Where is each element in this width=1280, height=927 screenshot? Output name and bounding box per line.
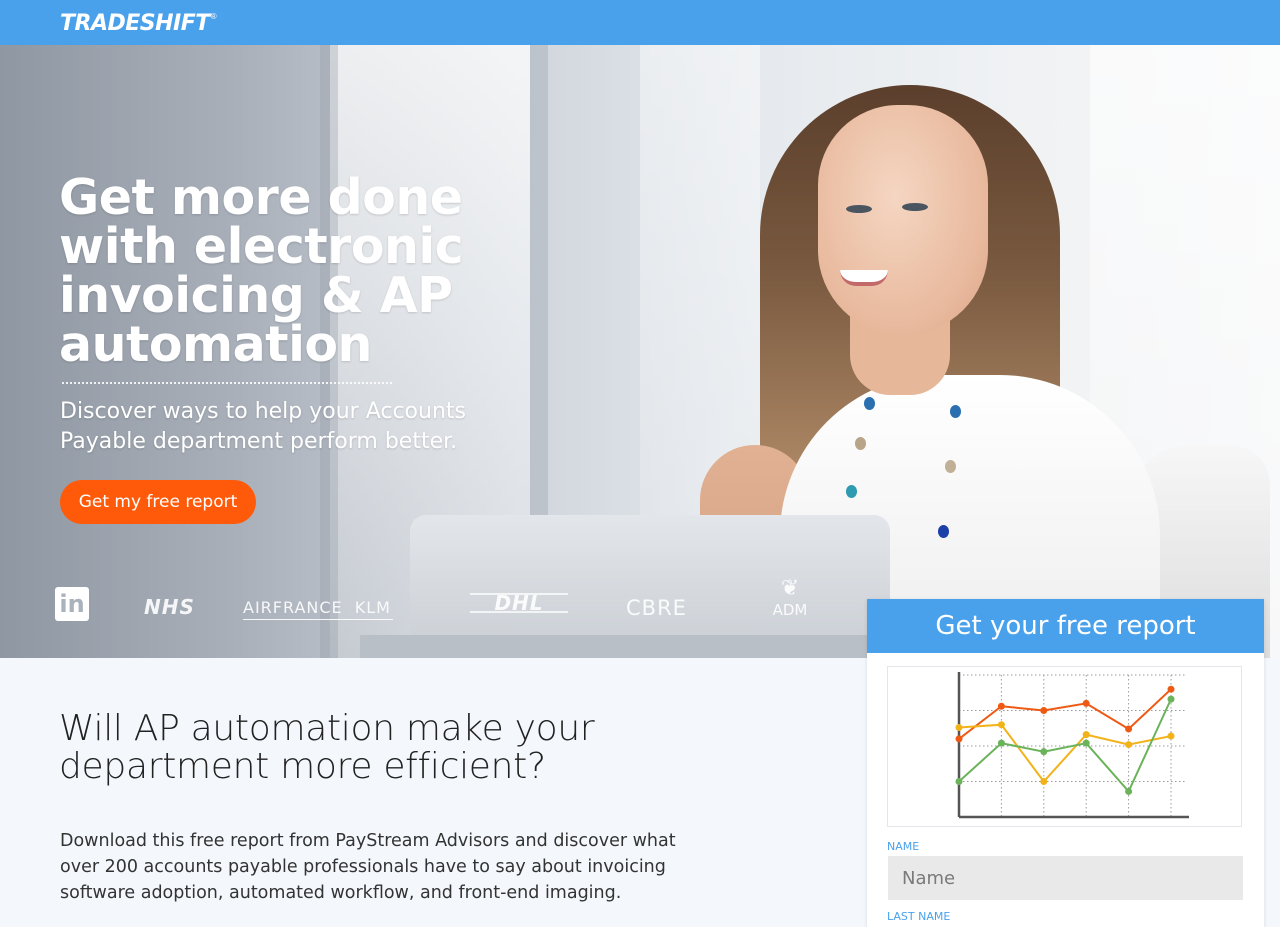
series-2-point bbox=[955, 724, 963, 732]
necklace-bead bbox=[846, 485, 857, 498]
name-label: NAME bbox=[887, 840, 920, 853]
face bbox=[818, 105, 988, 335]
series-3-point bbox=[955, 778, 963, 785]
last-name-label: LAST NAME bbox=[887, 910, 951, 923]
get-free-report-button[interactable]: Get my free report bbox=[60, 480, 256, 524]
airfrance-klm-logo: AIRFRANCE KLM bbox=[243, 598, 393, 620]
necklace-bead bbox=[855, 437, 866, 450]
tradeshift-logo[interactable]: TRADESHIFT ® bbox=[60, 9, 217, 37]
registered-mark: ® bbox=[210, 11, 217, 21]
linkedin-logo: in bbox=[55, 587, 89, 621]
report-form-panel: Get your free report NAME LAST NAME bbox=[867, 599, 1264, 927]
top-bar: TRADESHIFT ® bbox=[0, 0, 1280, 45]
nhs-logo: NHS bbox=[144, 595, 195, 619]
series-1-point bbox=[955, 735, 963, 743]
necklace-bead bbox=[945, 460, 956, 473]
logo-underline bbox=[243, 619, 393, 620]
eye bbox=[902, 203, 928, 211]
laptop-base bbox=[360, 635, 880, 658]
series-1-point bbox=[1167, 685, 1175, 693]
hero-subtitle: Discover ways to help your Accounts Paya… bbox=[60, 399, 466, 454]
series-2-point bbox=[997, 721, 1005, 729]
adm-leaf-icon: ❦ bbox=[780, 576, 800, 601]
necklace-bead bbox=[950, 405, 961, 418]
series-1-point bbox=[1040, 707, 1048, 714]
airfrance-logo-text: AIRFRANCE bbox=[243, 598, 343, 617]
series-3-point bbox=[1082, 739, 1090, 747]
logo-text: TRADESHIFT bbox=[60, 10, 210, 36]
hero-title: Get more done with electronic invoicing … bbox=[59, 169, 464, 373]
section-title: Will AP automation make your department … bbox=[59, 708, 595, 787]
hero-banner: Get more done with electronic invoicing … bbox=[0, 45, 1280, 658]
series-2-point bbox=[1125, 741, 1133, 749]
dhl-logo: DHL bbox=[470, 593, 568, 613]
section-body: Download this free report from PayStream… bbox=[60, 831, 676, 903]
series-2-point bbox=[1167, 732, 1175, 740]
series-3-point bbox=[997, 739, 1005, 747]
necklace-bead bbox=[938, 525, 949, 538]
series-2-point bbox=[1082, 731, 1090, 739]
cbre-logo: CBRE bbox=[626, 596, 687, 620]
series-1-point bbox=[997, 702, 1005, 710]
series-1-point bbox=[1125, 725, 1133, 733]
name-input[interactable] bbox=[888, 856, 1243, 900]
eye bbox=[846, 205, 872, 213]
adm-logo: ❦ ADM bbox=[768, 576, 812, 620]
series-3-point bbox=[1125, 787, 1133, 795]
client-logos: in NHS AIRFRANCE KLM DHL CBRE ❦ ADM bbox=[0, 577, 860, 635]
klm-logo-text: KLM bbox=[354, 598, 391, 617]
necklace-bead bbox=[864, 397, 875, 410]
series-1-point bbox=[1082, 699, 1090, 707]
series-3-point bbox=[1167, 695, 1175, 703]
adm-logo-text: ADM bbox=[772, 601, 808, 619]
line-chart-svg bbox=[955, 672, 1189, 819]
series-line-3 bbox=[958, 698, 1172, 794]
dotted-divider bbox=[62, 382, 392, 384]
report-chart bbox=[887, 666, 1242, 827]
series-line-1 bbox=[958, 688, 1172, 740]
form-heading: Get your free report bbox=[867, 599, 1264, 653]
series-3-point bbox=[1040, 748, 1048, 756]
series-2-point bbox=[1040, 778, 1048, 785]
